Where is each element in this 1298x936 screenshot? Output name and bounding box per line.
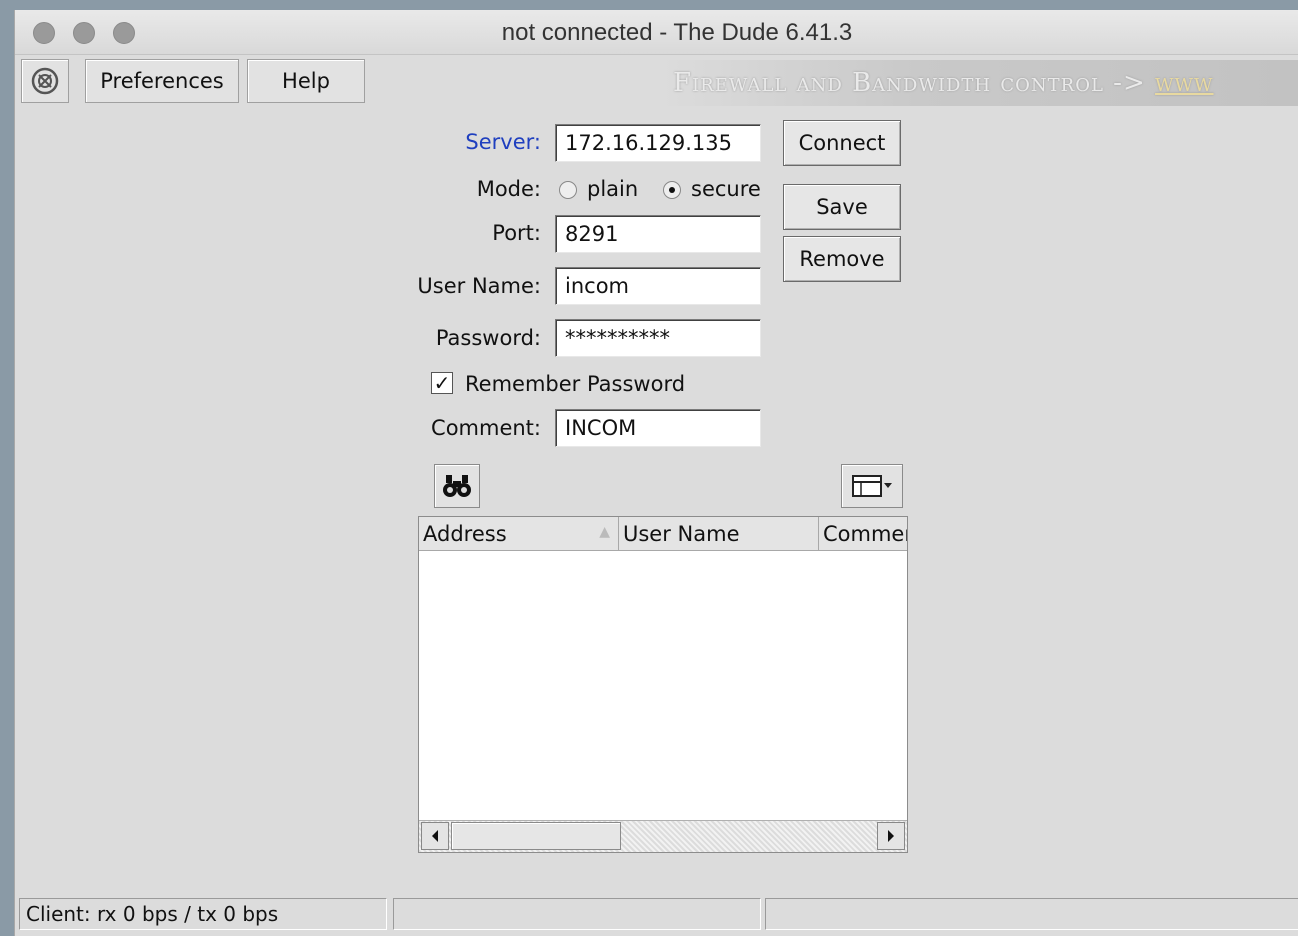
title-bar: not connected - The Dude 6.41.3 (15, 10, 1298, 55)
connect-button[interactable]: Connect (783, 120, 901, 166)
scroll-left-button[interactable] (421, 822, 449, 850)
column-header-address[interactable]: Address ▲ (419, 517, 619, 551)
help-button[interactable]: Help (247, 59, 365, 103)
column-header-comment[interactable]: Commen (819, 517, 907, 551)
preferences-button[interactable]: Preferences (85, 59, 239, 103)
status-client: Client: rx 0 bps / tx 0 bps (19, 898, 387, 930)
status-cell-3 (765, 898, 1298, 930)
comment-label: Comment: (431, 416, 541, 440)
mode-plain-radio[interactable] (559, 181, 577, 199)
columns-menu-icon (852, 475, 892, 497)
column-header-username[interactable]: User Name (619, 517, 819, 551)
find-button[interactable] (434, 464, 480, 508)
column-header-label: Commen (823, 522, 907, 546)
password-label: Password: (435, 326, 541, 350)
columns-menu-button[interactable] (841, 464, 903, 508)
mode-label: Mode: (476, 177, 541, 201)
column-header-label: User Name (623, 522, 740, 546)
username-label: User Name: (417, 274, 541, 298)
app-window: not connected - The Dude 6.41.3 Preferen… (14, 10, 1298, 936)
scroll-left-icon (432, 830, 438, 842)
radio-selected-dot (669, 187, 675, 193)
mode-secure-radio[interactable] (663, 181, 681, 199)
scrollbar-thumb[interactable] (451, 822, 621, 850)
remember-password-checkbox[interactable]: ✓ (431, 372, 453, 394)
username-input[interactable]: incom (555, 267, 761, 305)
servers-table[interactable]: Address ▲ User Name Commen (418, 516, 908, 853)
dude-logo-icon (31, 67, 59, 95)
binoculars-icon (443, 475, 471, 497)
mode-secure-label: secure (691, 177, 761, 201)
remove-button[interactable]: Remove (783, 236, 901, 282)
sort-asc-icon: ▲ (599, 524, 610, 540)
status-bar: Client: rx 0 bps / tx 0 bps (15, 896, 1298, 936)
save-button[interactable]: Save (783, 184, 901, 230)
column-header-label: Address (423, 522, 507, 546)
port-input[interactable]: 8291 (555, 215, 761, 253)
scroll-right-icon (888, 830, 894, 842)
toolbar: Preferences Help Firewall and Bandwidth … (15, 55, 1298, 111)
server-input[interactable]: 172.16.129.135 (555, 124, 761, 162)
banner: Firewall and Bandwidth control -> www (659, 60, 1298, 106)
horizontal-scrollbar[interactable] (419, 820, 907, 852)
comment-input[interactable]: INCOM (555, 409, 761, 447)
mode-plain-label: plain (587, 177, 639, 201)
banner-text: Firewall and Bandwidth control -> (673, 68, 1156, 98)
remember-password-label: Remember Password (465, 372, 686, 396)
banner-link[interactable]: www (1155, 68, 1214, 98)
password-input[interactable]: ********** (555, 319, 761, 357)
status-cell-2 (393, 898, 761, 930)
scroll-right-button[interactable] (877, 822, 905, 850)
window-title: not connected - The Dude 6.41.3 (501, 19, 853, 46)
port-label: Port: (492, 221, 541, 245)
dude-menu-button[interactable] (21, 59, 69, 103)
server-label: Server: (465, 130, 541, 154)
